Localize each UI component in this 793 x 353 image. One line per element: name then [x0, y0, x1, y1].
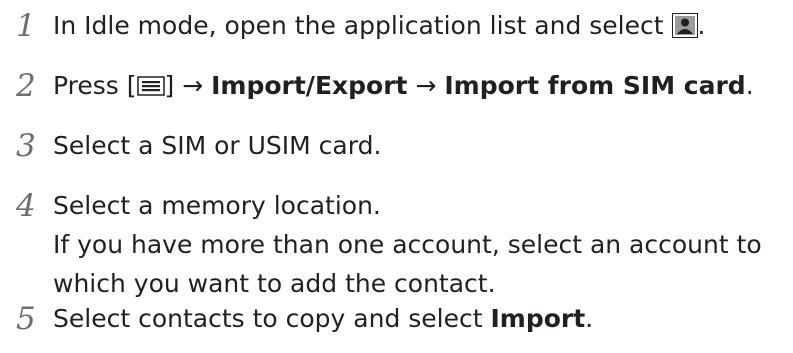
step-number: 5: [16, 301, 36, 337]
step-2-press: Press [: [53, 71, 137, 100]
step-5-text: Select contacts to copy and select: [53, 304, 491, 333]
contacts-icon: [671, 10, 698, 38]
step-4-line-2: If you have more than one account, selec…: [53, 230, 762, 298]
step-number: 2: [16, 68, 36, 104]
step-number: 3: [16, 128, 36, 164]
step-4: 4 Select a memory location. If you have …: [16, 180, 793, 298]
step-5-end: .: [585, 304, 594, 333]
step-text: Press [] → Import/Export → Import from S…: [53, 66, 754, 105]
step-2-bracket: ]: [164, 71, 183, 100]
import-option: Import: [490, 304, 586, 333]
step-text: Select a SIM or USIM card.: [53, 131, 382, 160]
step-text: In Idle mode, open the application list …: [53, 6, 705, 45]
step-2: 2 Press [] → Import/Export → Import from…: [16, 60, 793, 120]
step-1-end: .: [697, 11, 706, 40]
step-text: Select contacts to copy and select Impor…: [53, 299, 593, 338]
step-2-end: .: [745, 71, 754, 100]
step-1-text: In Idle mode, open the application list …: [53, 11, 672, 40]
menu-icon: [136, 68, 165, 96]
step-4-line-1: Select a memory location.: [53, 191, 381, 220]
step-3: 3 Select a SIM or USIM card.: [16, 120, 793, 180]
step-number: 4: [16, 188, 36, 224]
arrow-icon: →: [182, 71, 204, 100]
step-number: 1: [16, 8, 36, 44]
step-1: 1 In Idle mode, open the application lis…: [16, 0, 793, 60]
step-5: 5 Select contacts to copy and select Imp…: [16, 293, 793, 353]
arrow-icon: →: [415, 71, 437, 100]
menu-option-import-export: Import/Export: [211, 71, 408, 100]
menu-option-import-sim: Import from SIM card: [444, 71, 746, 100]
instruction-steps: 1 In Idle mode, open the application lis…: [16, 0, 793, 353]
step-text: Select a memory location. If you have mo…: [53, 186, 793, 303]
